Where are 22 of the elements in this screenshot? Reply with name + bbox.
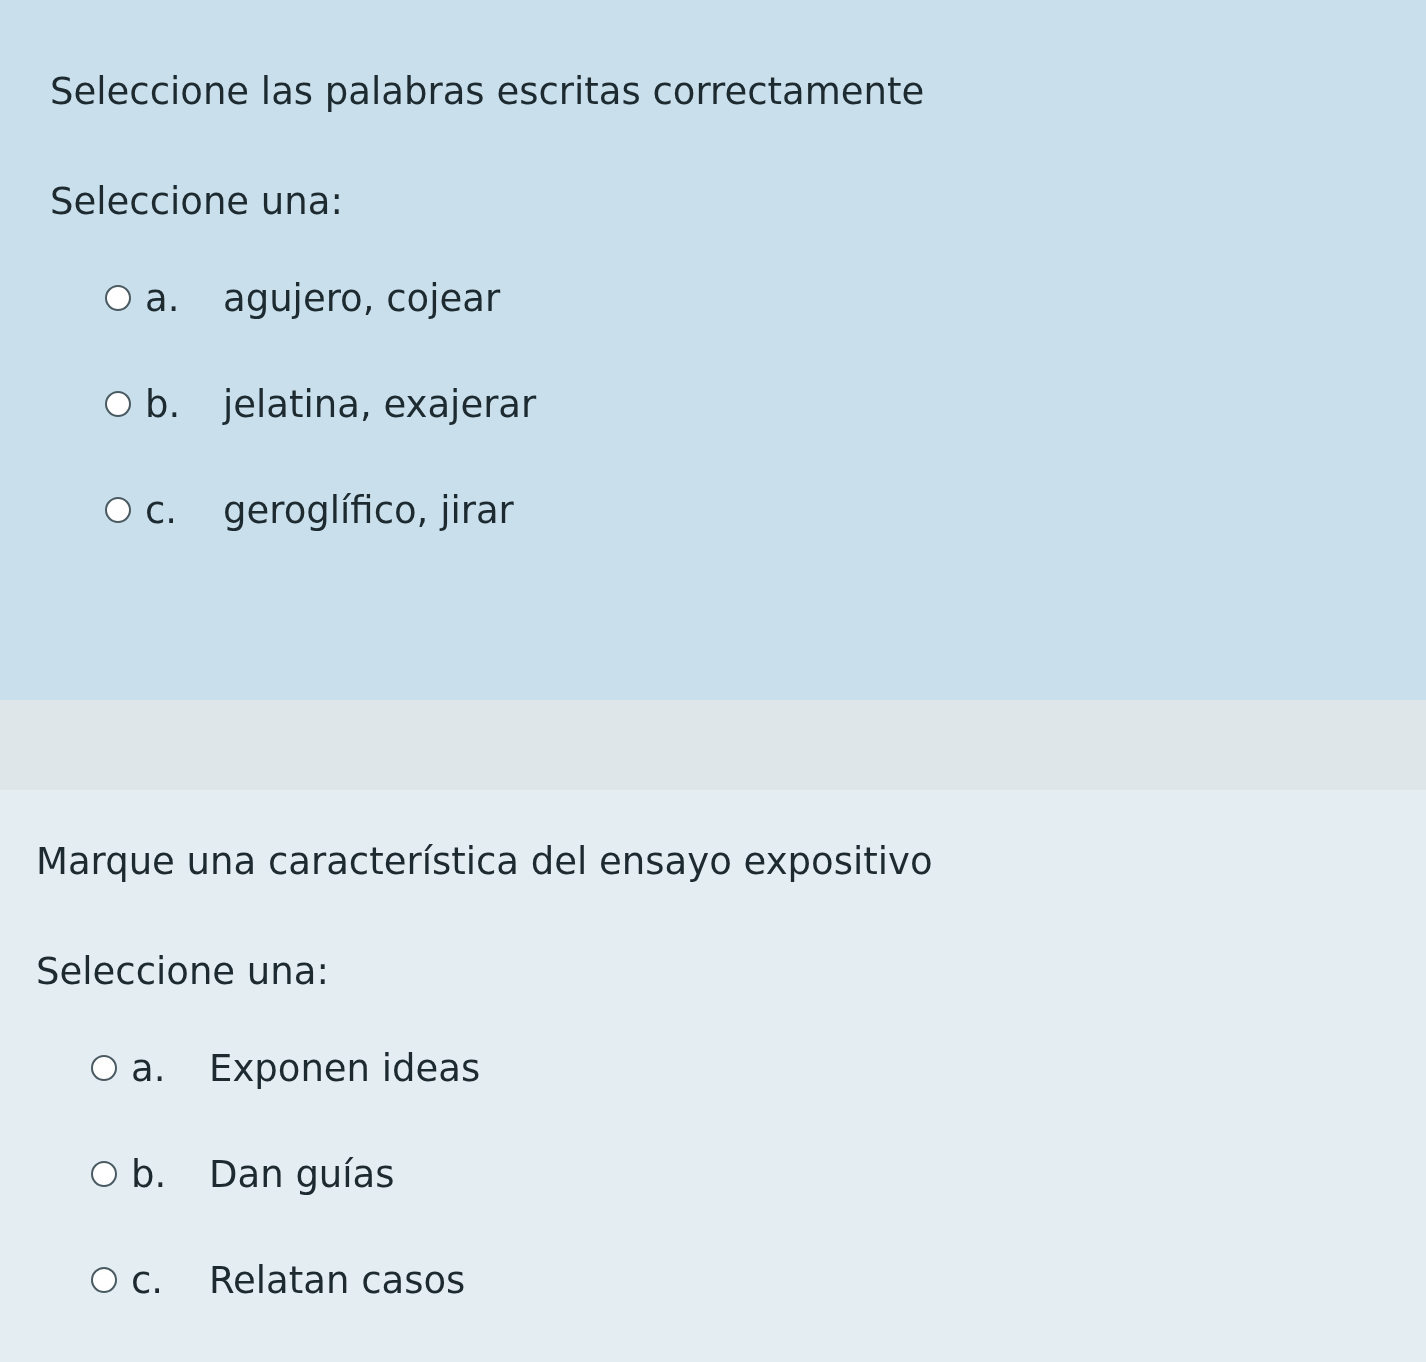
question-prompt: Marque una característica del ensayo expositivo [36,840,934,885]
option-letter: c. [131,1258,165,1302]
option-letter: c. [145,488,179,532]
radio-button[interactable] [105,285,131,311]
radio-button[interactable] [105,391,131,417]
option-label[interactable]: Dan guías [209,1152,395,1196]
option-label[interactable]: geroglífico, jirar [223,488,514,532]
option-label[interactable]: Relatan casos [209,1258,466,1302]
radio-button[interactable] [105,497,131,523]
radio-button[interactable] [91,1267,117,1293]
option-letter: a. [131,1046,167,1090]
option-letter: b. [131,1152,168,1196]
option-label[interactable]: Exponen ideas [209,1046,481,1090]
instruction-text: Seleccione una: [50,180,344,225]
option-letter: a. [145,276,181,320]
instruction-text: Seleccione una: [36,950,330,995]
option-label[interactable]: jelatina, exajerar [223,382,537,426]
radio-button[interactable] [91,1161,117,1187]
option-label[interactable]: agujero, cojear [223,276,501,320]
option-letter: b. [145,382,182,426]
radio-button[interactable] [91,1055,117,1081]
question-prompt: Seleccione las palabras escritas correctamente [50,70,926,115]
